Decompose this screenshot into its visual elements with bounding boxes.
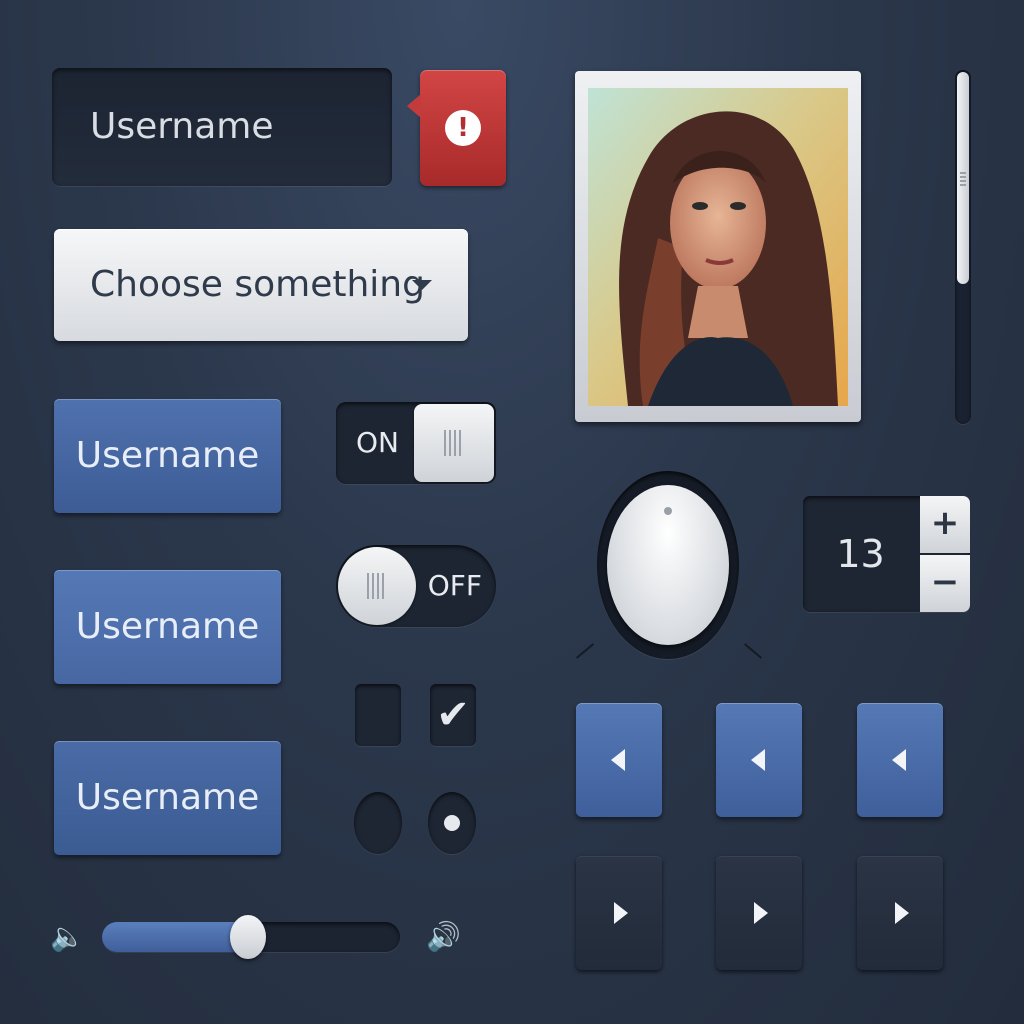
profile-photo-frame xyxy=(575,71,861,422)
checkmark-icon: ✔ xyxy=(436,692,470,738)
rotary-knob[interactable] xyxy=(597,471,739,659)
grip-icon xyxy=(367,573,387,599)
checkbox-checked[interactable]: ✔ xyxy=(430,684,476,746)
decrement-button[interactable]: − xyxy=(920,555,970,612)
profile-photo xyxy=(588,88,848,406)
toggle-off[interactable]: OFF xyxy=(336,545,496,627)
error-alert: ! xyxy=(407,70,506,186)
choose-dropdown[interactable]: Choose something xyxy=(54,229,468,341)
radio-dot xyxy=(444,815,460,831)
volume-slider-fill xyxy=(102,922,249,952)
username-button-2[interactable]: Username xyxy=(54,570,281,684)
arrow-left-icon xyxy=(751,749,765,771)
arrow-right-icon xyxy=(614,902,628,924)
next-button-2[interactable] xyxy=(716,856,802,970)
username-button-1[interactable]: Username xyxy=(54,399,281,513)
radio-unselected[interactable] xyxy=(354,792,402,854)
increment-button[interactable]: + xyxy=(920,496,970,553)
toggle-knob[interactable] xyxy=(414,404,494,482)
volume-slider-thumb[interactable] xyxy=(230,915,267,959)
arrow-right-icon xyxy=(754,902,768,924)
stepper-value[interactable]: 13 xyxy=(803,496,918,612)
knob-cap[interactable] xyxy=(607,485,729,645)
username-button-3[interactable]: Username xyxy=(54,741,281,855)
volume-high-icon: 🔊 xyxy=(426,920,461,953)
grip-icon xyxy=(960,170,966,186)
arrow-left-icon xyxy=(892,749,906,771)
toggle-knob[interactable] xyxy=(338,547,416,625)
next-button-1[interactable] xyxy=(576,856,662,970)
volume-low-icon: 🔈 xyxy=(50,920,85,953)
toggle-off-label: OFF xyxy=(427,569,482,602)
radio-selected[interactable] xyxy=(428,792,476,854)
vertical-scrollbar[interactable] xyxy=(955,70,971,424)
toggle-on[interactable]: ON xyxy=(336,402,496,484)
dropdown-selected-label: Choose something xyxy=(90,264,425,305)
knob-indicator xyxy=(664,507,672,515)
knob-tick-max xyxy=(743,643,763,659)
caret-down-icon xyxy=(412,280,432,290)
prev-button-2[interactable] xyxy=(716,703,802,817)
exclamation-icon: ! xyxy=(445,110,481,146)
knob-tick-min xyxy=(575,643,595,659)
arrow-left-icon xyxy=(611,749,625,771)
alert-pointer xyxy=(407,94,421,118)
username-field[interactable]: Username xyxy=(52,68,392,186)
scrollbar-thumb[interactable] xyxy=(957,72,969,284)
checkbox-unchecked[interactable] xyxy=(355,684,401,746)
toggle-on-label: ON xyxy=(356,426,399,459)
grip-icon xyxy=(444,430,464,456)
arrow-right-icon xyxy=(895,902,909,924)
portrait-image xyxy=(588,88,848,406)
next-button-3[interactable] xyxy=(857,856,943,970)
prev-button-3[interactable] xyxy=(857,703,943,817)
number-stepper[interactable]: 13 + − xyxy=(803,496,970,612)
prev-button-1[interactable] xyxy=(576,703,662,817)
